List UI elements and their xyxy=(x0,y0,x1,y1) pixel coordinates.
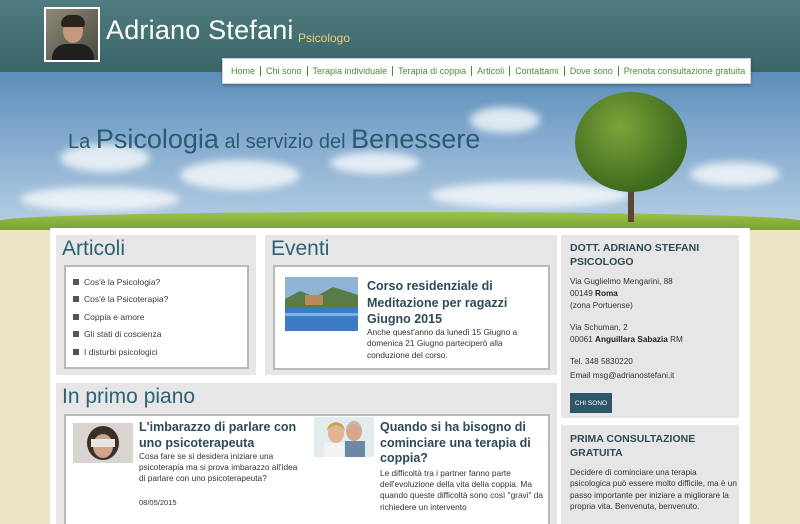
featured-article-title[interactable]: Quando si ha bisogno di cominciare una t… xyxy=(380,420,540,467)
contact-box: DOTT. ADRIANO STEFANI PSICOLOGO Via Gugl… xyxy=(561,235,739,418)
site-subtitle: Psicologo xyxy=(298,31,351,45)
nav-contattami[interactable]: Contattami xyxy=(510,66,565,76)
primo-piano-panel: In primo piano L'imbarazzo di parlare co… xyxy=(56,383,557,524)
article-link[interactable]: Cos'è la Psicologia? xyxy=(66,273,247,291)
eventi-heading: Eventi xyxy=(271,237,330,260)
articoli-list: Cos'è la Psicologia? Cos'è la Psicoterap… xyxy=(64,265,249,369)
bullet-icon xyxy=(73,331,79,338)
nav-terapia-individuale[interactable]: Terapia individuale xyxy=(308,66,394,76)
nav-articoli[interactable]: Articoli xyxy=(472,66,511,76)
nav-chi-sono[interactable]: Chi sono xyxy=(261,66,308,76)
featured-article-title[interactable]: L'imbarazzo di parlare con uno psicotera… xyxy=(139,420,299,451)
address1-street: Via Guglielmo Mengarini, 88 xyxy=(570,277,673,286)
contact-title: DOTT. ADRIANO STEFANI PSICOLOGO xyxy=(570,242,700,268)
featured-article-text: Le difficoltà tra i partner fanno parte … xyxy=(380,468,544,512)
main-content: Articoli Cos'è la Psicologia? Cos'è la P… xyxy=(50,228,750,524)
article-link[interactable]: Cos'è la Psicoterapia? xyxy=(66,291,247,309)
nav-dove-sono[interactable]: Dove sono xyxy=(565,66,619,76)
featured-article-date: 08/05/2015 xyxy=(139,498,177,507)
featured-article-image[interactable] xyxy=(314,417,374,457)
primo-piano-heading: In primo piano xyxy=(62,385,196,408)
address1-city: 00149 Roma xyxy=(570,289,618,298)
consultation-box: PRIMA CONSULTAZIONE GRATUITA Decidere di… xyxy=(561,425,739,524)
articoli-heading: Articoli xyxy=(62,237,126,260)
nav-home[interactable]: Home xyxy=(226,66,262,76)
nav-terapia-coppia[interactable]: Terapia di coppia xyxy=(393,66,473,76)
event-title[interactable]: Corso residenziale di Meditazione per ra… xyxy=(367,278,527,328)
chi-sono-button[interactable]: CHI SONO xyxy=(570,393,612,413)
event-description: Anche quest'anno da lunedì 15 Giugno a d… xyxy=(367,327,518,360)
nav-prenota[interactable]: Prenota consultazione gratuita xyxy=(619,66,751,76)
primo-piano-list: L'imbarazzo di parlare con uno psicotera… xyxy=(64,414,550,524)
address1-zone: (zona Portuense) xyxy=(570,301,633,310)
featured-article-image[interactable] xyxy=(73,423,133,463)
article-link[interactable]: I disturbi psicologici xyxy=(66,343,247,361)
profile-photo xyxy=(44,7,100,62)
bullet-icon xyxy=(73,313,79,320)
email-link[interactable]: Email msg@adrianostefani.it xyxy=(570,371,674,380)
article-link[interactable]: Gli stati di coscienza xyxy=(66,326,247,344)
main-nav: Home Chi sono Terapia individuale Terapi… xyxy=(222,58,751,84)
hero-tree xyxy=(575,92,687,192)
bullet-icon xyxy=(73,348,79,355)
article-link[interactable]: Coppia e amore xyxy=(66,308,247,326)
site-title[interactable]: Adriano Stefani xyxy=(106,15,294,46)
articoli-panel: Articoli Cos'è la Psicologia? Cos'è la P… xyxy=(56,235,256,375)
featured-article-text: Cosa fare se si desidera iniziare una ps… xyxy=(139,451,298,484)
bullet-icon xyxy=(73,278,79,285)
event-image[interactable] xyxy=(285,277,358,331)
consultation-text: Decidere di cominciare una terapia psico… xyxy=(570,468,737,511)
eventi-panel: Eventi Corso residenziale di Meditazione… xyxy=(265,235,557,375)
consultation-title: PRIMA CONSULTAZIONE GRATUITA xyxy=(570,433,696,459)
event-card: Corso residenziale di Meditazione per ra… xyxy=(273,265,550,370)
address2-city: 00061 Anguillara Sabazia RM xyxy=(570,335,683,344)
hero-tagline: La Psicologia al servizio del Benessere xyxy=(68,124,481,154)
phone-number: Tel. 348 5830220 xyxy=(570,357,633,366)
bullet-icon xyxy=(73,296,79,303)
address2-street: Via Schuman, 2 xyxy=(570,323,628,332)
